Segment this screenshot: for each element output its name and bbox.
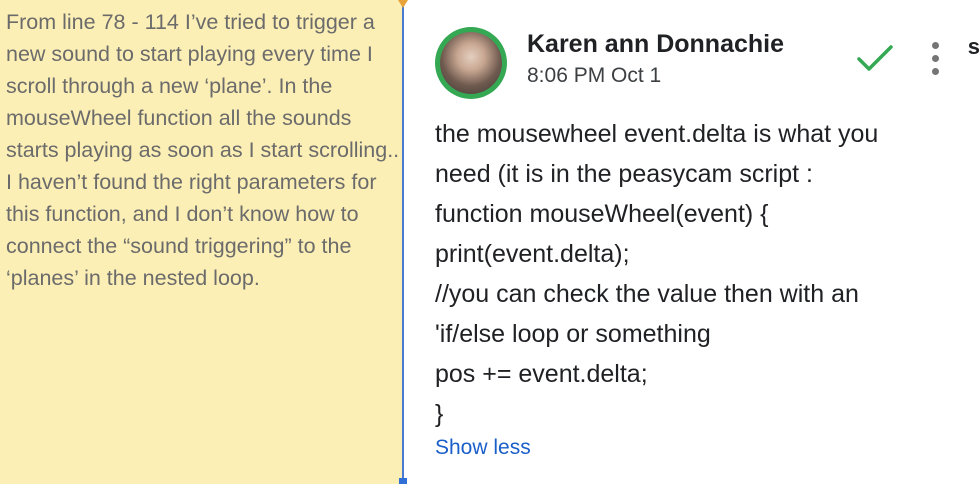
comment-line: print(event.delta); <box>435 240 630 268</box>
comment-author: Karen ann Donnachie <box>527 30 784 58</box>
avatar-photo <box>440 32 502 94</box>
highlighted-document-text[interactable]: From line 78 - 114 I’ve tried to trigger… <box>0 0 404 484</box>
avatar <box>435 27 507 99</box>
comment-line: //you can check the value then with an <box>435 280 859 308</box>
show-less-link[interactable]: Show less <box>435 436 531 460</box>
comment-line: the mousewheel event.delta is what you <box>435 120 879 148</box>
comment-line: 'if/else loop or something <box>435 320 711 348</box>
resolve-button[interactable] <box>855 40 895 76</box>
comment-line: need (it is in the peasycam script : <box>435 160 813 188</box>
document-text: From line 78 - 114 I’ve tried to trigger… <box>6 10 400 290</box>
clipped-edge-text: s <box>967 34 980 59</box>
text-cursor <box>399 478 407 484</box>
comment-card[interactable]: Karen ann Donnachie 8:06 PM Oct 1 the mo… <box>408 0 980 484</box>
comment-line: pos += event.delta; <box>435 360 648 388</box>
comment-body: the mousewheel event.delta is what you n… <box>435 114 965 434</box>
comment-line: } <box>435 400 444 428</box>
checkmark-icon <box>857 45 893 71</box>
more-options-button[interactable] <box>926 38 946 78</box>
comment-timestamp[interactable]: 8:06 PM Oct 1 <box>527 64 661 88</box>
comment-line: function mouseWheel(event) { <box>435 200 769 228</box>
